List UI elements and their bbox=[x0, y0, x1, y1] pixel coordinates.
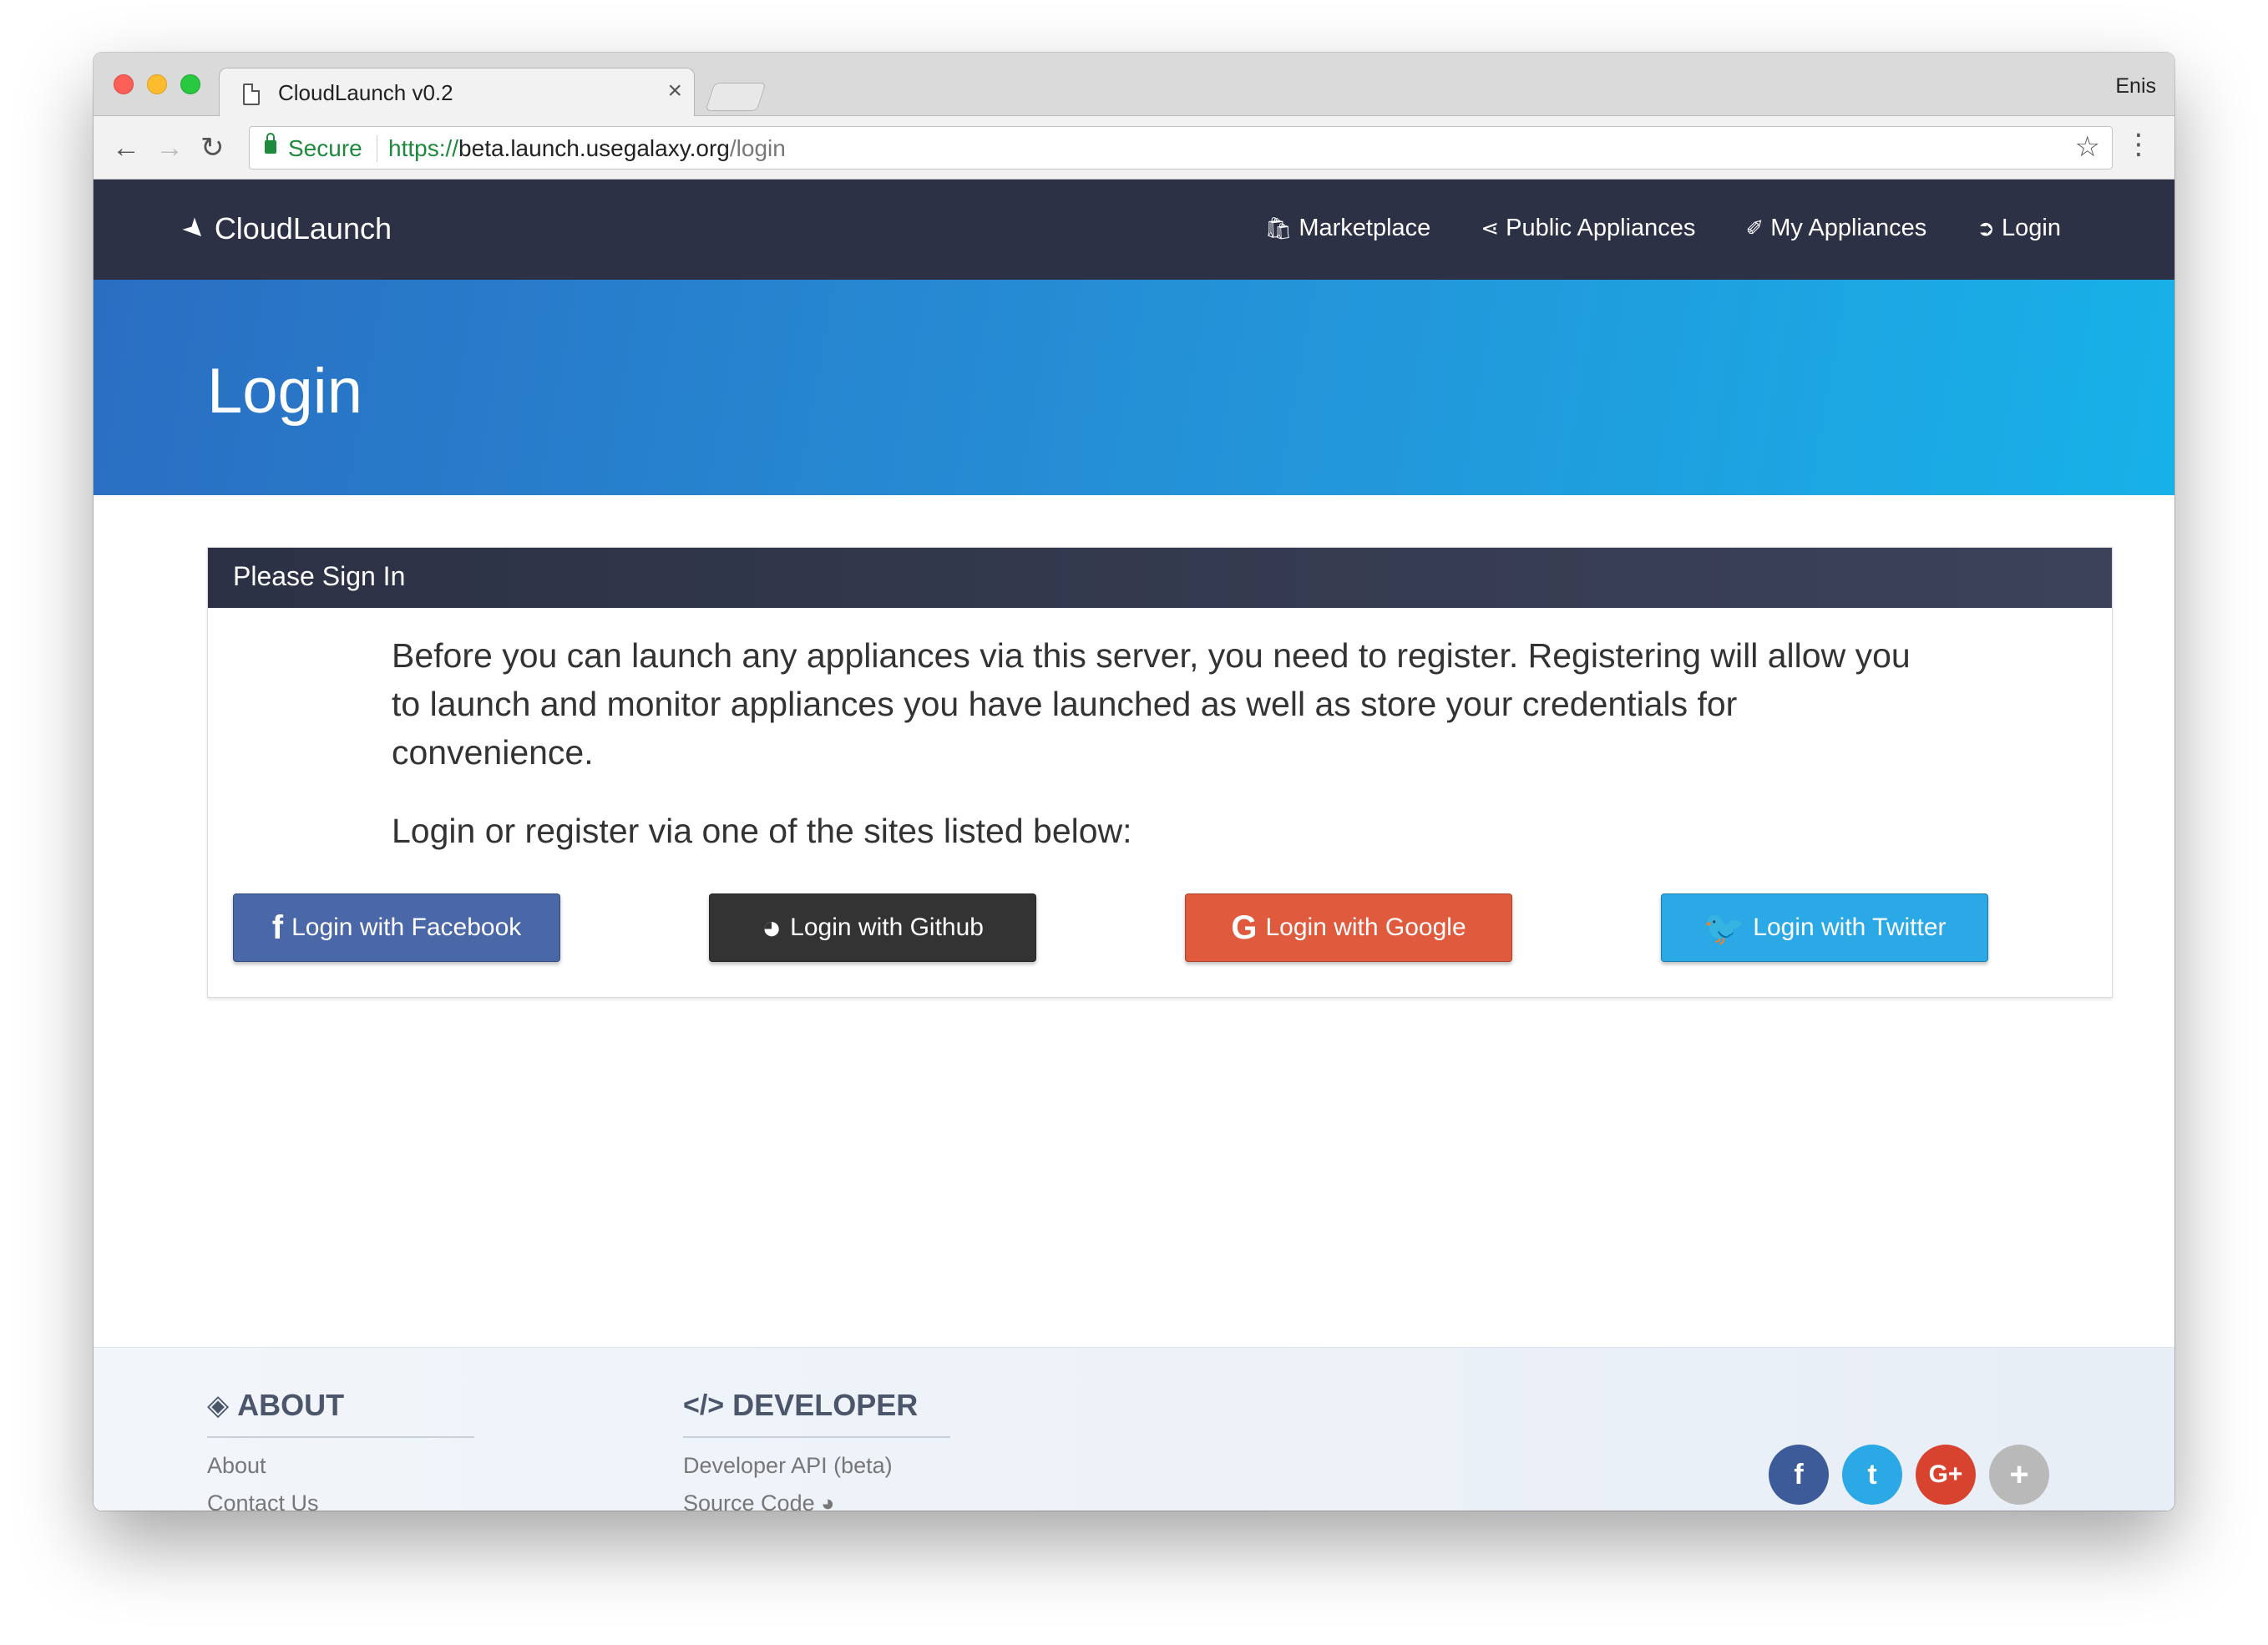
panel-heading: Please Sign In bbox=[208, 548, 2112, 608]
sign-in-icon: ➲ bbox=[1977, 215, 1996, 240]
facebook-circle-icon[interactable]: f bbox=[1769, 1445, 1829, 1505]
github-small-icon: ◕ bbox=[821, 1491, 835, 1511]
github-icon: ◕ bbox=[762, 909, 782, 946]
forward-icon[interactable]: → bbox=[155, 131, 184, 164]
social-links: f t G+ + bbox=[1769, 1445, 2049, 1505]
tab-strip: CloudLaunch v0.2 × Enis bbox=[94, 53, 2174, 117]
main-menu: 🛍 Marketplace ⋖ Public Appliances ✐ My A… bbox=[1264, 215, 2061, 242]
tag-icon: ◈ bbox=[207, 1389, 230, 1421]
maximize-window-button[interactable] bbox=[180, 74, 200, 94]
footer-about-heading-label: ABOUT bbox=[237, 1388, 345, 1422]
browser-menu-icon[interactable]: ⋮ bbox=[2124, 128, 2153, 161]
nav-public-appliances[interactable]: ⋖ Public Appliances bbox=[1481, 215, 1695, 242]
nav-public-appliances-label: Public Appliances bbox=[1506, 215, 1696, 241]
brand-name: CloudLaunch bbox=[214, 211, 392, 245]
footer-about-column: ◈ ABOUT About Contact Us bbox=[207, 1388, 474, 1511]
footer-developer-heading-label: DEVELOPER bbox=[732, 1388, 919, 1422]
new-tab-button[interactable] bbox=[705, 83, 767, 111]
shopping-bag-icon: 🛍 bbox=[1264, 215, 1293, 240]
back-icon[interactable]: ← bbox=[112, 131, 140, 164]
login-twitter-label: Login with Twitter bbox=[1753, 914, 1947, 941]
url-path: /login bbox=[729, 135, 786, 161]
page-icon bbox=[243, 84, 260, 105]
brand-link[interactable]: ➤ CloudLaunch bbox=[176, 210, 392, 247]
hero-banner: Login bbox=[94, 280, 2174, 495]
login-github-button[interactable]: ◕ Login with Github bbox=[709, 893, 1036, 962]
footer-link-contact[interactable]: Contact Us bbox=[207, 1491, 474, 1511]
page: ➤ CloudLaunch 🛍 Marketplace ⋖ Public App… bbox=[94, 180, 2174, 1511]
browser-tab[interactable]: CloudLaunch v0.2 × bbox=[219, 68, 695, 117]
address-bar[interactable]: Secure https://beta.launch.usegalaxy.org… bbox=[249, 126, 2113, 170]
share-icon: ⋖ bbox=[1481, 215, 1500, 240]
panel-body: Before you can launch any appliances via… bbox=[208, 608, 2112, 999]
footer: ◈ ABOUT About Contact Us </> DEVELOPER D… bbox=[94, 1347, 2174, 1511]
nav-my-appliances-label: My Appliances bbox=[1770, 215, 1927, 241]
bookmark-star-icon[interactable]: ☆ bbox=[2075, 130, 2100, 164]
browser-toolbar: ← → ↻ Secure https://beta.launch.usegala… bbox=[94, 116, 2174, 180]
nav-marketplace[interactable]: 🛍 Marketplace bbox=[1264, 215, 1430, 242]
login-facebook-label: Login with Facebook bbox=[291, 914, 522, 941]
nav-my-appliances[interactable]: ✐ My Appliances bbox=[1745, 215, 1926, 242]
rocket-icon: ➤ bbox=[176, 210, 214, 248]
lock-icon bbox=[265, 133, 276, 154]
tab-title: CloudLaunch v0.2 bbox=[278, 80, 453, 105]
more-circle-icon[interactable]: + bbox=[1989, 1445, 2049, 1505]
plug-icon: ✐ bbox=[1745, 215, 1764, 240]
footer-link-about[interactable]: About bbox=[207, 1453, 474, 1479]
tab-close-button[interactable]: × bbox=[667, 77, 682, 105]
profile-name[interactable]: Enis bbox=[2115, 74, 2156, 99]
login-twitter-button[interactable]: 🐦 Login with Twitter bbox=[1661, 893, 1988, 962]
close-window-button[interactable] bbox=[114, 74, 134, 94]
twitter-circle-icon[interactable]: t bbox=[1842, 1445, 1902, 1505]
reload-icon[interactable]: ↻ bbox=[200, 131, 225, 164]
footer-developer-heading: </> DEVELOPER bbox=[683, 1388, 950, 1438]
intro-text: Before you can launch any appliances via… bbox=[392, 636, 1911, 772]
footer-about-heading: ◈ ABOUT bbox=[207, 1388, 474, 1438]
secure-label: Secure bbox=[288, 135, 362, 161]
login-google-label: Login with Google bbox=[1265, 914, 1466, 941]
nav-login[interactable]: ➲ Login bbox=[1977, 215, 2061, 242]
url-host: beta.launch.usegalaxy.org bbox=[458, 135, 730, 161]
code-icon: </> bbox=[683, 1389, 725, 1421]
footer-link-source-code-label: Source Code bbox=[683, 1491, 815, 1511]
sign-in-panel: Please Sign In Before you can launch any… bbox=[207, 547, 2113, 998]
login-github-label: Login with Github bbox=[790, 914, 984, 941]
google-plus-circle-icon[interactable]: G+ bbox=[1916, 1445, 1976, 1505]
nav-login-label: Login bbox=[2002, 215, 2061, 241]
google-icon: G bbox=[1231, 909, 1258, 946]
login-facebook-button[interactable]: f Login with Facebook bbox=[233, 893, 560, 962]
nav-marketplace-label: Marketplace bbox=[1299, 215, 1431, 241]
footer-link-source-code[interactable]: Source Code ◕ bbox=[683, 1491, 950, 1511]
instruction-text: Login or register via one of the sites l… bbox=[392, 812, 1132, 850]
login-google-button[interactable]: G Login with Google bbox=[1185, 893, 1512, 962]
footer-link-developer-api[interactable]: Developer API (beta) bbox=[683, 1453, 950, 1479]
page-title: Login bbox=[207, 356, 362, 427]
facebook-icon: f bbox=[271, 909, 284, 946]
url-text[interactable]: https://beta.launch.usegalaxy.org/login bbox=[388, 135, 786, 162]
minimize-window-button[interactable] bbox=[147, 74, 167, 94]
url-scheme: https:// bbox=[388, 135, 459, 161]
footer-developer-column: </> DEVELOPER Developer API (beta) Sourc… bbox=[683, 1388, 950, 1511]
twitter-icon: 🐦 bbox=[1703, 909, 1745, 947]
app-navbar: ➤ CloudLaunch 🛍 Marketplace ⋖ Public App… bbox=[94, 180, 2174, 280]
browser-window: CloudLaunch v0.2 × Enis ← → ↻ Secure htt… bbox=[94, 53, 2174, 1511]
